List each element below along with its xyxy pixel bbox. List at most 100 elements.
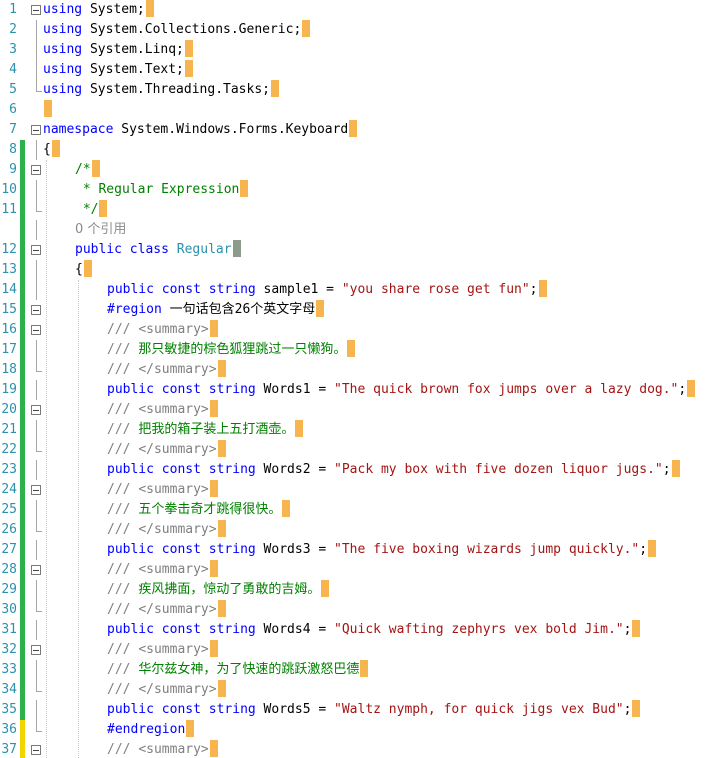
end-of-line-marker: [91, 160, 100, 177]
code-line[interactable]: 17 /// 那只敏捷的棕色狐狸跳过一只懒狗。: [0, 340, 712, 360]
code-token: ///: [107, 602, 139, 617]
code-line[interactable]: 9 /*: [0, 160, 712, 180]
code-line[interactable]: 6: [0, 100, 712, 120]
code-line[interactable]: 27 public const string Words3 = "The five…: [0, 540, 712, 560]
code-token: ///: [107, 522, 139, 537]
code-line[interactable]: 26 /// </summary>: [0, 520, 712, 540]
code-text: #region 一句话包含26个英文字母: [107, 300, 325, 320]
reference-count-lens[interactable]: 0 个引用: [75, 220, 126, 240]
code-token: {: [75, 262, 83, 277]
collapse-toggle-icon[interactable]: [31, 125, 41, 135]
code-token: 把我的箱子装上五打酒壶。: [138, 422, 295, 437]
line-number: 27: [1, 542, 17, 557]
code-line[interactable]: 29 /// 疾风拂面，惊动了勇敢的吉姆。: [0, 580, 712, 600]
code-token: ///: [107, 662, 139, 677]
code-line[interactable]: 10 * Regular Expression: [0, 180, 712, 200]
code-line[interactable]: 16 /// <summary>: [0, 320, 712, 340]
code-line[interactable]: 34 /// </summary>: [0, 680, 712, 700]
code-line[interactable]: 11 */: [0, 200, 712, 220]
code-line[interactable]: 20 /// <summary>: [0, 400, 712, 420]
line-number: 8: [9, 142, 17, 157]
collapse-toggle-icon[interactable]: [31, 5, 41, 15]
code-line[interactable]: 0 个引用: [0, 220, 712, 240]
collapse-toggle-icon[interactable]: [31, 565, 41, 575]
fold-guide: [35, 140, 37, 160]
line-number: 23: [1, 462, 17, 477]
line-number: 30: [1, 602, 17, 617]
code-line[interactable]: 37 /// <summary>: [0, 740, 712, 758]
code-line[interactable]: 19 public const string Words1 = "The quic…: [0, 380, 712, 400]
code-line[interactable]: 4 using System.Text;: [0, 60, 712, 80]
code-token: string: [208, 282, 256, 297]
code-line[interactable]: 18 /// </summary>: [0, 360, 712, 380]
code-token: const: [161, 702, 201, 717]
code-line[interactable]: 1 using System;: [0, 0, 712, 20]
code-line[interactable]: 3 using System.Linq;: [0, 40, 712, 60]
code-token: "Pack my box with five dozen liquor jugs…: [334, 462, 663, 477]
code-line[interactable]: 28 /// <summary>: [0, 560, 712, 580]
code-line[interactable]: 12 public class Regular: [0, 240, 712, 260]
code-line[interactable]: 25 /// 五个拳击奇才跳得很快。: [0, 500, 712, 520]
code-text: public const string sample1 = "you share…: [107, 280, 547, 300]
code-line[interactable]: 14 public const string sample1 = "you sha…: [0, 280, 712, 300]
collapse-toggle-icon[interactable]: [31, 325, 41, 335]
code-line[interactable]: 22 /// </summary>: [0, 440, 712, 460]
end-of-line-marker: [232, 240, 241, 257]
code-line[interactable]: 30 /// </summary>: [0, 600, 712, 620]
saved-change-indicator: [20, 680, 25, 700]
code-token: System;: [82, 2, 145, 17]
code-line[interactable]: 32 /// <summary>: [0, 640, 712, 660]
code-text: * Regular Expression: [75, 180, 249, 200]
line-number: 14: [1, 282, 17, 297]
fold-guide: [35, 180, 37, 200]
end-of-line-marker: [687, 380, 696, 397]
codelens-label[interactable]: 0 个引用: [75, 222, 126, 237]
end-of-line-marker: [360, 660, 369, 677]
code-token: <summary>: [138, 482, 209, 497]
unsaved-change-indicator: [20, 720, 25, 740]
collapse-toggle-icon[interactable]: [31, 405, 41, 415]
class-indent-guide: [78, 280, 79, 758]
code-token: * Regular Expression: [75, 182, 240, 197]
code-line[interactable]: 36 #endregion: [0, 720, 712, 740]
code-token: System.Threading.Tasks;: [82, 82, 270, 97]
end-of-line-marker: [217, 600, 226, 617]
code-line[interactable]: 24 /// <summary>: [0, 480, 712, 500]
collapse-toggle-icon[interactable]: [31, 645, 41, 655]
code-line[interactable]: 35 public const string Words5 = "Waltz ny…: [0, 700, 712, 720]
collapse-toggle-icon[interactable]: [31, 745, 41, 755]
end-of-line-marker: [217, 360, 226, 377]
code-line[interactable]: 23 public const string Words2 = "Pack my …: [0, 460, 712, 480]
code-line[interactable]: 33 /// 华尔兹女神，为了快速的跳跃激怒巴德: [0, 660, 712, 680]
code-line[interactable]: 13 {: [0, 260, 712, 280]
collapse-toggle-icon[interactable]: [31, 485, 41, 495]
code-line[interactable]: 7 namespace System.Windows.Forms.Keyboard: [0, 120, 712, 140]
code-text: public const string Words2 = "Pack my bo…: [107, 460, 680, 480]
code-text: /// </summary>: [107, 440, 226, 460]
code-line[interactable]: 8{: [0, 140, 712, 160]
saved-change-indicator: [20, 260, 25, 280]
code-text: {: [43, 140, 60, 160]
collapse-toggle-icon[interactable]: [31, 165, 41, 175]
code-line[interactable]: 2 using System.Collections.Generic;: [0, 20, 712, 40]
collapse-toggle-icon[interactable]: [31, 245, 41, 255]
code-token: Words2 =: [255, 462, 335, 477]
code-text: */: [75, 200, 108, 220]
code-line[interactable]: 31 public const string Words4 = "Quick wa…: [0, 620, 712, 640]
code-text: /// </summary>: [107, 360, 226, 380]
code-line[interactable]: 21 /// 把我的箱子装上五打酒壶。: [0, 420, 712, 440]
code-line[interactable]: 5 using System.Threading.Tasks;: [0, 80, 712, 100]
code-line[interactable]: 15 #region 一句话包含26个英文字母: [0, 300, 712, 320]
code-token: 华尔兹女神，为了快速的跳跃激怒巴德: [138, 662, 360, 677]
code-token: System.Windows.Forms.Keyboard: [113, 122, 349, 137]
fold-end-guide: [35, 520, 42, 532]
code-token: class: [129, 242, 169, 257]
code-token: {: [43, 142, 51, 157]
code-token: #region: [107, 302, 162, 317]
collapse-toggle-icon[interactable]: [31, 305, 41, 315]
line-number: 2: [9, 22, 17, 37]
code-editor[interactable]: 1 using System; 2 using System.Collections.…: [0, 0, 712, 758]
fold-guide: [35, 20, 37, 40]
